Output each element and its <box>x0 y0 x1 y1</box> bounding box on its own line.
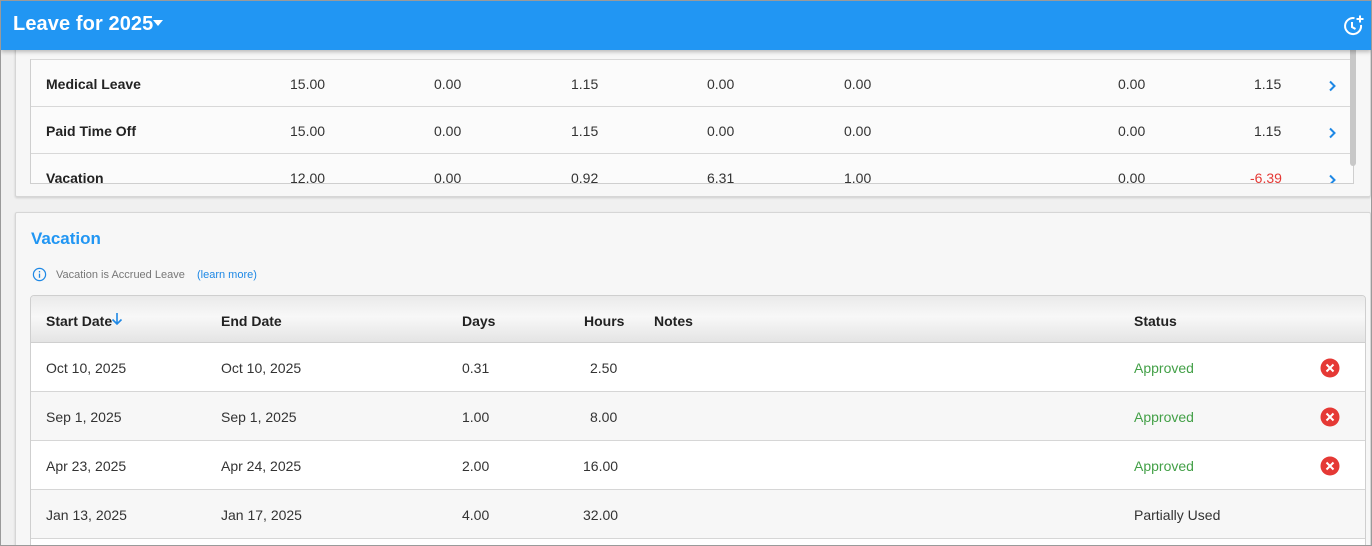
scrollbar-thumb[interactable] <box>1350 34 1356 166</box>
end-date-cell: Oct 10, 2025 <box>221 360 302 376</box>
column-header-start-date[interactable]: Start Date <box>46 313 112 329</box>
summary-cell: 0.00 <box>1118 123 1146 139</box>
summary-cell: 0.00 <box>844 76 872 92</box>
leave-type-name: Paid Time Off <box>46 123 136 139</box>
summary-row-paid-time-off[interactable]: Paid Time Off 15.00 0.00 1.15 0.00 0.00 … <box>31 106 1353 154</box>
delete-request-icon[interactable] <box>1320 407 1340 427</box>
column-header-notes[interactable]: Notes <box>654 313 693 329</box>
summary-row-medical-leave[interactable]: Medical Leave 15.00 0.00 1.15 0.00 0.00 … <box>31 59 1353 107</box>
days-cell: 0.31 <box>462 360 490 376</box>
column-header-days[interactable]: Days <box>462 313 495 329</box>
hours-cell: 8.00 <box>590 409 618 425</box>
column-header-end-date[interactable]: End Date <box>221 313 282 329</box>
summary-row-vacation[interactable]: Vacation 12.00 0.00 0.92 6.31 1.00 0.00 … <box>31 153 1353 184</box>
table-row[interactable]: Jan 13, 2025 Jan 17, 2025 4.00 32.00 Par… <box>31 490 1365 539</box>
status-badge: Approved <box>1134 360 1194 376</box>
summary-cell: 6.31 <box>707 170 735 184</box>
hours-cell: 2.50 <box>590 360 618 376</box>
end-date-cell: Sep 1, 2025 <box>221 409 297 425</box>
table-row[interactable]: Sep 1, 2025 Sep 1, 2025 1.00 8.00 Approv… <box>31 392 1365 441</box>
vacation-requests-table: Start Date End Date Days Hours Notes Sta… <box>30 295 1366 545</box>
summary-cell: 0.00 <box>707 123 735 139</box>
caret-down-icon[interactable] <box>153 20 163 26</box>
delete-request-icon[interactable] <box>1320 358 1340 378</box>
summary-cell: 0.00 <box>1118 76 1146 92</box>
summary-cell: 0.00 <box>1118 170 1146 184</box>
start-date-cell: Oct 10, 2025 <box>46 360 127 376</box>
summary-cell-balance-negative: -6.39 <box>1250 170 1282 184</box>
end-date-cell: Apr 24, 2025 <box>221 458 302 474</box>
start-date-cell: Sep 1, 2025 <box>46 409 122 425</box>
summary-cell: 1.15 <box>571 76 599 92</box>
summary-cell: 0.00 <box>434 123 462 139</box>
summary-cell: 1.15 <box>1254 76 1282 92</box>
app-frame: Medical Leave 15.00 0.00 1.15 0.00 0.00 … <box>0 0 1372 546</box>
days-cell: 4.00 <box>462 507 490 523</box>
delete-request-icon[interactable] <box>1320 456 1340 476</box>
summary-cell: 0.00 <box>434 76 462 92</box>
sort-descending-icon[interactable] <box>111 312 123 326</box>
hours-cell: 16.00 <box>583 458 619 474</box>
page-title[interactable]: Leave for 2025 <box>13 13 153 36</box>
vacation-detail-card: Vacation Vacation is Accrued Leave (lear… <box>15 212 1371 545</box>
table-header: Start Date End Date Days Hours Notes Sta… <box>31 296 1365 343</box>
summary-cell: 15.00 <box>290 76 326 92</box>
leave-type-name: Vacation <box>46 170 104 184</box>
summary-cell: 0.00 <box>844 123 872 139</box>
chevron-right-icon[interactable] <box>1326 174 1338 184</box>
start-date-cell: Apr 23, 2025 <box>46 458 127 474</box>
summary-cell: 1.00 <box>844 170 872 184</box>
days-cell: 1.00 <box>462 409 490 425</box>
summary-cell: 0.00 <box>434 170 462 184</box>
column-header-status[interactable]: Status <box>1134 313 1177 329</box>
days-cell: 2.00 <box>462 458 490 474</box>
hours-cell: 32.00 <box>583 507 619 523</box>
history-add-icon[interactable] <box>1341 14 1365 38</box>
column-header-hours[interactable]: Hours <box>584 313 624 329</box>
summary-cell: 0.00 <box>707 76 735 92</box>
start-date-cell: Jan 13, 2025 <box>46 507 127 523</box>
leave-summary-card: Medical Leave 15.00 0.00 1.15 0.00 0.00 … <box>15 31 1371 197</box>
learn-more-link[interactable]: (learn more) <box>197 269 257 281</box>
status-badge: Partially Used <box>1134 507 1221 523</box>
summary-cell: 1.15 <box>1254 123 1282 139</box>
info-icon <box>32 267 47 282</box>
status-badge: Approved <box>1134 458 1194 474</box>
app-bar: Leave for 2025 <box>1 1 1371 50</box>
end-date-cell: Jan 17, 2025 <box>221 507 302 523</box>
summary-cell: 12.00 <box>290 170 326 184</box>
table-row[interactable]: Oct 10, 2025 Oct 10, 2025 0.31 2.50 Appr… <box>31 343 1365 392</box>
summary-cell: 0.92 <box>571 170 599 184</box>
table-row[interactable]: Apr 23, 2025 Apr 24, 2025 2.00 16.00 App… <box>31 441 1365 490</box>
summary-scrollbar[interactable] <box>1336 32 1358 167</box>
status-badge: Approved <box>1134 409 1194 425</box>
leave-type-name: Medical Leave <box>46 76 141 92</box>
accrued-leave-note: Vacation is Accrued Leave <box>56 269 185 281</box>
summary-cell: 15.00 <box>290 123 326 139</box>
section-heading: Vacation <box>31 229 101 248</box>
leave-summary-table[interactable]: Medical Leave 15.00 0.00 1.15 0.00 0.00 … <box>30 59 1354 184</box>
summary-cell: 1.15 <box>571 123 599 139</box>
